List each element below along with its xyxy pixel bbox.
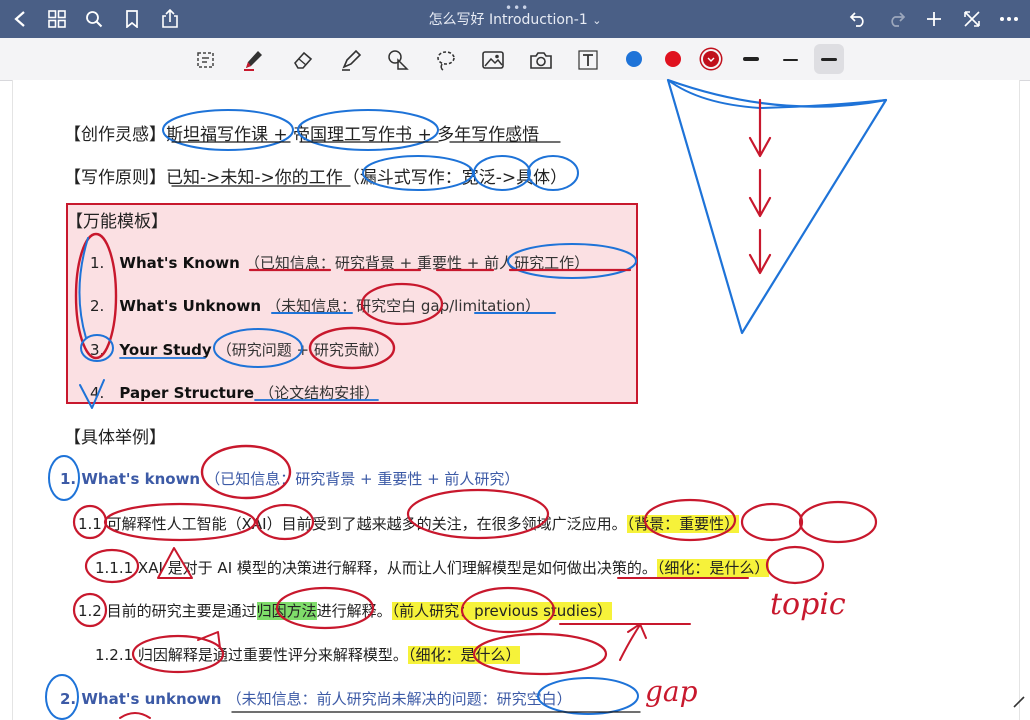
template-item-3: 3. Your Study （研究问题 + 研究贡献） xyxy=(90,339,389,360)
item-zh: （未知信息：研究空白 gap/limitation） xyxy=(266,297,541,315)
fullscreen-icon[interactable] xyxy=(960,7,984,31)
shapes-icon[interactable] xyxy=(385,47,411,73)
ex1-2-post: 进行解释。 xyxy=(316,602,392,620)
principle-line: 【写作原则】已知->未知->你的工作（漏斗式写作：宽泛->具体） xyxy=(64,168,568,188)
item-number: 2. xyxy=(90,297,105,315)
ex1-1-tag: （背景：重要性） xyxy=(626,515,740,533)
example-1-2-1: 1.2.1 归因解释是通过重要性评分来解释模型。（细化：是什么） xyxy=(95,644,521,665)
item-en: Paper Structure xyxy=(119,384,255,402)
document-title[interactable]: 怎么写好 Introduction-1 ⌄ xyxy=(360,9,670,29)
add-icon[interactable] xyxy=(922,7,946,31)
undo-icon[interactable] xyxy=(846,7,870,31)
chevron-left-icon[interactable] xyxy=(8,7,32,31)
drawing-toolbar xyxy=(0,38,1030,81)
item-zh: （已知信息：研究背景 + 重要性 + 前人研究工作） xyxy=(244,254,590,272)
inspiration-line: 【创作灵感】斯坦福写作课 + 帝国理工写作书 + 多年写作感悟 xyxy=(64,125,540,145)
template-title: 【万能模板】 xyxy=(66,212,168,232)
ex1-1-text: 1.1 可解释性人工智能（XAI）目前受到了越来越多的关注，在很多领域广泛应用。 xyxy=(78,515,627,533)
ex2-en: 2. What's unknown xyxy=(60,690,222,708)
text-icon[interactable] xyxy=(575,47,601,73)
template-item-4: 4. Paper Structure （论文结构安排） xyxy=(90,382,379,403)
share-icon[interactable] xyxy=(158,7,182,31)
stroke-medium-option-selected[interactable] xyxy=(821,58,837,61)
template-item-2: 2. What's Unknown （未知信息：研究空白 gap/limitat… xyxy=(90,295,540,316)
example-1-2: 1.2 目前的研究主要是通过归因方法进行解释。（前人研究：previous st… xyxy=(78,600,613,621)
redo-icon[interactable] xyxy=(885,7,909,31)
eraser-icon[interactable] xyxy=(290,47,316,73)
example-title: 【具体举例】 xyxy=(64,428,166,448)
ex2-zh: （未知信息：前人研究尚未解决的问题：研究空白） xyxy=(226,690,572,708)
ex1-2-tag-b: previous studies） xyxy=(474,602,613,620)
more-icon[interactable] xyxy=(997,7,1021,31)
item-number: 3. xyxy=(90,341,105,359)
item-number: 1. xyxy=(90,254,105,272)
ex1-2-tag-a: （前人研究： xyxy=(391,602,475,620)
item-en: What's Unknown xyxy=(119,297,262,315)
color-darkred-swatch-selected[interactable] xyxy=(703,51,719,67)
highlighter-icon[interactable] xyxy=(338,47,364,73)
ex1-2-pre: 1.2 目前的研究主要是通过 xyxy=(78,602,257,620)
item-en: What's Known xyxy=(119,254,240,272)
grid-icon[interactable] xyxy=(45,7,69,31)
ex1-zh: （已知信息：研究背景 + 重要性 + 前人研究） xyxy=(205,470,520,488)
pen-icon[interactable] xyxy=(241,47,267,73)
example-1-1-1: 1.1.1 XAI 是对于 AI 模型的决策进行解释，从而让人们理解模型是如何做… xyxy=(95,557,770,578)
item-zh: （研究问题 + 研究贡献） xyxy=(216,341,389,359)
ex1-1-1-tag: （细化：是什么） xyxy=(656,559,770,577)
page-resize-handle[interactable] xyxy=(1012,694,1026,708)
ex1-en: 1. What's known xyxy=(60,470,201,488)
color-blue-swatch[interactable] xyxy=(626,51,642,67)
image-icon[interactable] xyxy=(480,47,506,73)
template-item-1: 1. What's Known （已知信息：研究背景 + 重要性 + 前人研究工… xyxy=(90,252,589,273)
top-app-bar: ••• 怎么写好 Introduction-1 ⌄ xyxy=(0,0,1030,38)
handwritten-gap: gap xyxy=(645,675,698,708)
example-1-1: 1.1 可解释性人工智能（XAI）目前受到了越来越多的关注，在很多领域广泛应用。… xyxy=(78,513,740,534)
lasso-select-icon[interactable] xyxy=(193,47,219,73)
lasso-icon[interactable] xyxy=(433,47,459,73)
ex1-2-green: 归因方法 xyxy=(256,602,317,620)
item-en: Your Study xyxy=(119,341,212,359)
search-icon[interactable] xyxy=(82,7,106,31)
example-1-heading: 1. What's known （已知信息：研究背景 + 重要性 + 前人研究） xyxy=(60,468,519,489)
handwritten-topic: topic xyxy=(770,587,846,622)
ex1-1-1-text: 1.1.1 XAI 是对于 AI 模型的决策进行解释，从而让人们理解模型是如何做… xyxy=(95,559,657,577)
ex1-2-1-text: 1.2.1 归因解释是通过重要性评分来解释模型。 xyxy=(95,646,408,664)
item-number: 4. xyxy=(90,384,105,402)
item-zh: （论文结构安排） xyxy=(259,384,380,402)
color-red-swatch[interactable] xyxy=(665,51,681,67)
camera-icon[interactable] xyxy=(528,47,554,73)
example-2-heading: 2. What's unknown （未知信息：前人研究尚未解决的问题：研究空白… xyxy=(60,688,572,709)
stroke-thick-option[interactable] xyxy=(743,57,759,61)
ex1-2-1-tag: （细化：是什么） xyxy=(407,646,521,664)
stroke-thin-option[interactable] xyxy=(783,59,798,61)
bookmark-icon[interactable] xyxy=(120,7,144,31)
